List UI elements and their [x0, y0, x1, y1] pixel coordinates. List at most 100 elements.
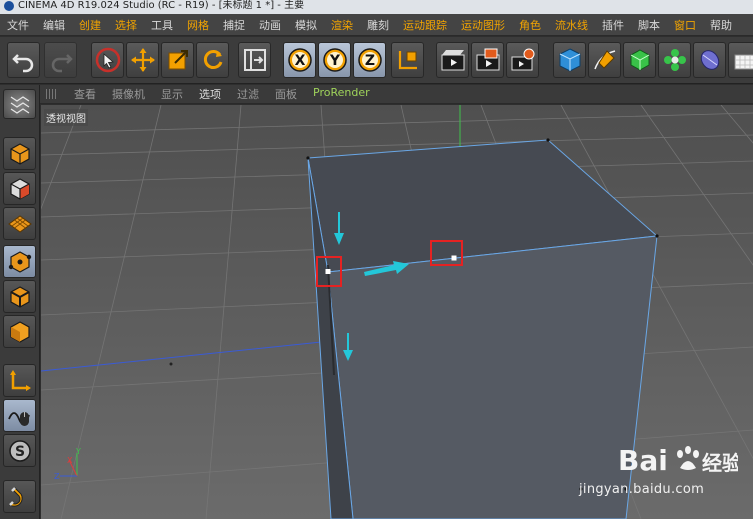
model-mode-button[interactable] [3, 137, 36, 170]
svg-text:Y: Y [75, 447, 81, 456]
pen-spline-button[interactable] [588, 42, 621, 78]
move-button[interactable] [126, 42, 159, 78]
menu-item[interactable]: 插件 [595, 17, 631, 33]
menu-item[interactable]: 窗口 [667, 17, 703, 33]
render-view-button[interactable] [436, 42, 469, 78]
watermark-url: jingyan.baidu.com [579, 482, 705, 497]
polygons-mode-icon [9, 320, 30, 343]
menu-item[interactable]: 运动图形 [454, 17, 512, 33]
menu-item[interactable]: 捕捉 [216, 17, 252, 33]
deformer-icon [700, 50, 719, 70]
workplane-icon [7, 214, 32, 233]
solo-mode-icon: S [8, 439, 31, 462]
tweak-mode-button[interactable] [3, 399, 36, 432]
render-settings-icon [511, 48, 534, 71]
menu-item[interactable]: 角色 [512, 17, 548, 33]
svg-text:经验: 经验 [702, 451, 738, 475]
viewport-menu-item[interactable]: 显示 [153, 86, 191, 102]
menu-item[interactable]: 流水线 [548, 17, 595, 33]
cloner-button[interactable] [658, 42, 691, 78]
menu-item[interactable]: 渲染 [324, 17, 360, 33]
mode-palette: S [0, 85, 40, 519]
svg-text:Z: Z [54, 472, 60, 481]
viewport-menu-bar: 查看 摄像机 显示 选项 过滤 面板 ProRender [40, 85, 753, 104]
deformer-button[interactable] [693, 42, 726, 78]
svg-text:X: X [294, 53, 305, 69]
render-settings-button[interactable] [506, 42, 539, 78]
cube-front-face[interactable] [327, 235, 658, 519]
recent-tools-button[interactable] [238, 42, 271, 78]
floor-button[interactable] [728, 42, 753, 78]
y-axis-lock-button[interactable]: Y [318, 42, 351, 78]
live-select-button[interactable] [91, 42, 124, 78]
title-bar: CINEMA 4D R19.024 Studio (RC - R19) - [未… [0, 0, 753, 14]
menu-item[interactable]: 模拟 [288, 17, 324, 33]
menu-item[interactable]: 帮助 [703, 17, 739, 33]
tweak-mode-icon [7, 411, 30, 426]
svg-text:S: S [14, 444, 24, 460]
viewport-menu-item[interactable]: 摄像机 [104, 86, 153, 102]
menu-item[interactable]: 工具 [144, 17, 180, 33]
svg-text:Y: Y [328, 53, 340, 69]
floor-icon [734, 54, 753, 70]
cube-primitive-icon [559, 48, 580, 72]
workplane-button[interactable] [3, 207, 36, 240]
x-axis-lock-icon: X [287, 48, 312, 72]
viewport-menu-item[interactable]: 选项 [191, 86, 229, 102]
viewport-grip-handle[interactable] [46, 89, 58, 99]
viewport-menu-item[interactable]: ProRender [305, 86, 378, 102]
solo-mode-button[interactable]: S [3, 434, 36, 467]
viewport-menu-item[interactable]: 过滤 [229, 86, 267, 102]
menu-item[interactable]: 编辑 [36, 17, 72, 33]
cloner-icon [663, 49, 686, 71]
recent-tools-icon [243, 49, 266, 71]
svg-text:X: X [67, 456, 73, 465]
live-select-icon [95, 47, 120, 73]
make-editable-button[interactable] [3, 89, 36, 119]
menu-item[interactable]: 创建 [72, 17, 108, 33]
snap-magnet-icon [8, 486, 23, 507]
undo-button[interactable] [7, 42, 40, 78]
coordinate-system-button[interactable] [391, 42, 424, 78]
menu-item[interactable]: 文件 [0, 17, 36, 33]
redo-button[interactable] [44, 42, 77, 78]
points-mode-icon [8, 250, 31, 273]
scale-icon [168, 50, 188, 70]
axis-mode-button[interactable] [3, 364, 36, 397]
menu-item[interactable]: 动画 [252, 17, 288, 33]
edges-mode-button[interactable] [3, 280, 36, 313]
z-axis-lock-icon: Z [357, 48, 382, 72]
x-axis-lock-button[interactable]: X [283, 42, 316, 78]
menu-item[interactable]: 运动跟踪 [396, 17, 454, 33]
menu-item[interactable]: 选择 [108, 17, 144, 33]
selected-point-top[interactable] [451, 255, 457, 261]
cube-vertex[interactable] [546, 138, 550, 142]
cube-primitive-button[interactable] [553, 42, 586, 78]
cube-vertex[interactable] [655, 234, 659, 238]
z-axis-lock-button[interactable]: Z [353, 42, 386, 78]
snap-magnet-button[interactable] [3, 480, 36, 513]
menu-item[interactable]: 脚本 [631, 17, 667, 33]
render-picture-viewer-button[interactable] [471, 42, 504, 78]
subdivision-button[interactable] [623, 42, 656, 78]
polygons-mode-button[interactable] [3, 315, 36, 348]
menu-item[interactable]: 网格 [180, 17, 216, 33]
render-picture-viewer-icon [476, 48, 499, 71]
rotate-button[interactable] [196, 42, 229, 78]
viewport-menu-item[interactable]: 面板 [267, 86, 305, 102]
points-mode-button[interactable] [3, 245, 36, 278]
menu-item[interactable]: 雕刻 [360, 17, 396, 33]
texture-mode-icon [9, 177, 30, 200]
selected-point-left[interactable] [325, 269, 331, 274]
cube-vertex[interactable] [306, 156, 310, 160]
y-axis-lock-icon: Y [322, 48, 347, 72]
scale-button[interactable] [161, 42, 194, 78]
redo-icon [51, 54, 73, 73]
coordinate-system-icon [398, 51, 417, 70]
axis-mode-icon [9, 369, 31, 391]
viewport-menu-item[interactable]: 查看 [66, 86, 104, 102]
cube-object[interactable] [306, 138, 659, 519]
texture-mode-button[interactable] [3, 172, 36, 205]
svg-text:Z: Z [364, 53, 374, 69]
pen-spline-icon [593, 50, 615, 70]
